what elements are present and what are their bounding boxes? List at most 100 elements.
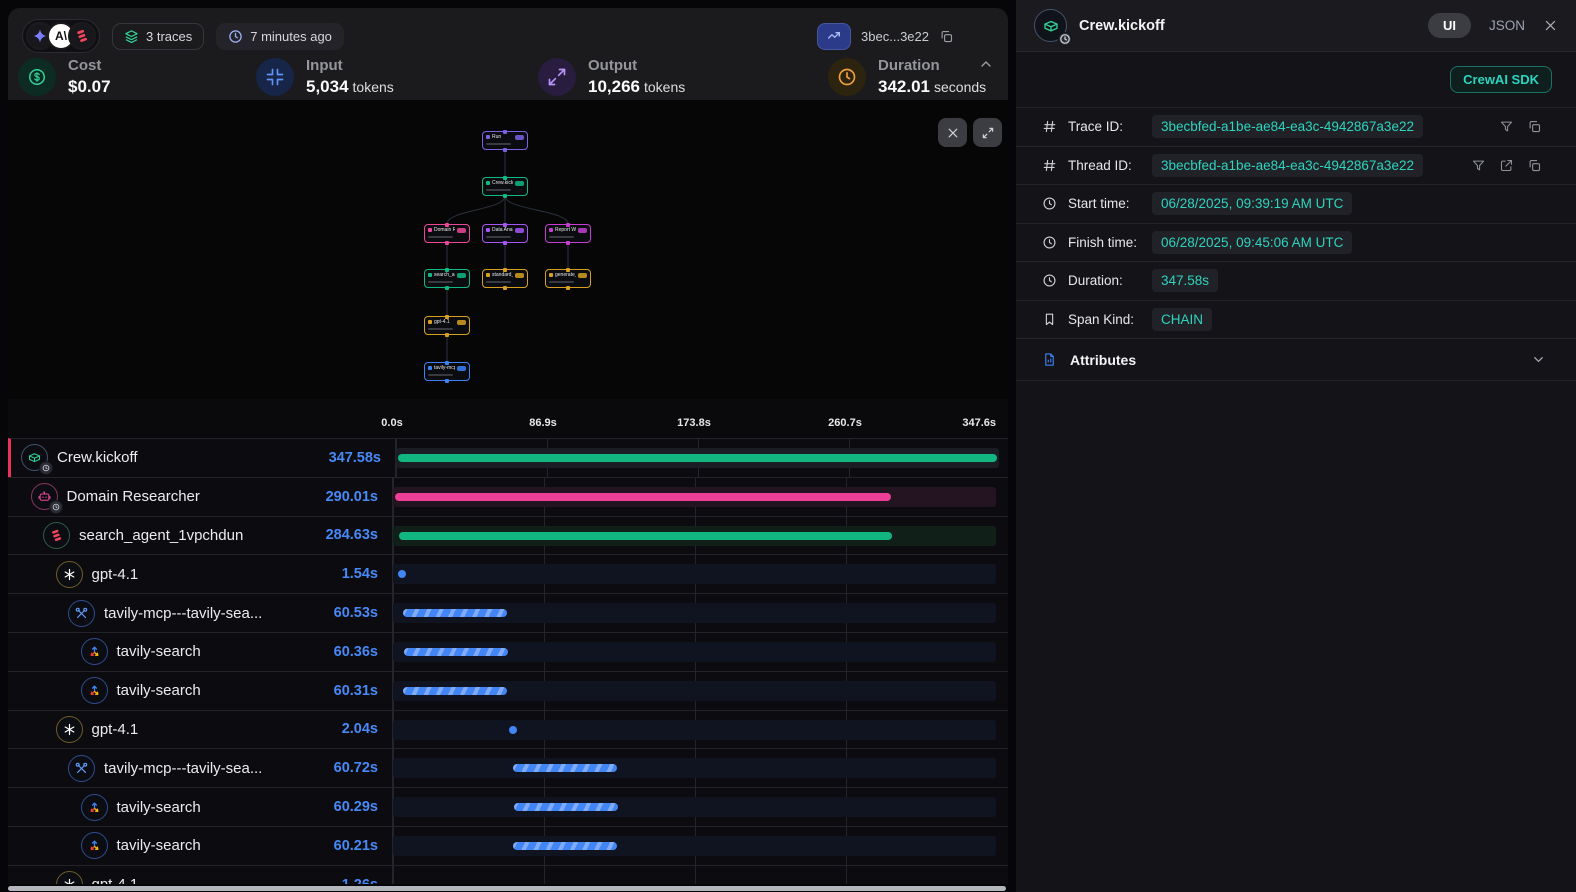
- timeline-row[interactable]: tavily-search60.36s: [8, 632, 1008, 671]
- external-icon[interactable]: [1499, 158, 1514, 173]
- graph-node[interactable]: Report Writer: [545, 224, 591, 243]
- field-value: 347.58s: [1152, 269, 1218, 292]
- horizontal-scrollbar[interactable]: [8, 886, 1006, 891]
- graph-node-label: search_agent_1vp...: [434, 272, 455, 278]
- timeline-row[interactable]: tavily-search60.31s: [8, 671, 1008, 710]
- graph-node[interactable]: Crew.kickoff: [482, 177, 528, 196]
- chevron-down-icon[interactable]: [1531, 352, 1546, 367]
- span-bar-lane: [392, 788, 996, 826]
- graph-node[interactable]: tavily-mcp...: [424, 362, 470, 381]
- node-type-icon: [486, 181, 490, 185]
- graph-node[interactable]: search_agent_1vp...: [424, 269, 470, 288]
- detail-field-row: Start time:06/28/2025, 09:39:19 AM UTC: [1016, 185, 1576, 224]
- span-duration: 2.04s: [8, 711, 378, 749]
- node-handle: [445, 286, 449, 290]
- node-tag-chip: [578, 228, 587, 233]
- timeline-row[interactable]: Domain Researcher290.01s: [8, 477, 1008, 516]
- crewai-icon: [68, 22, 96, 50]
- filter-icon[interactable]: [1471, 158, 1486, 173]
- span-duration: 1.54s: [8, 555, 378, 593]
- attributes-section[interactable]: Attributes: [1016, 339, 1576, 381]
- axis-tick: 173.8s: [677, 417, 711, 429]
- graph-node[interactable]: standard_Processi...: [482, 269, 528, 288]
- node-handle: [445, 241, 449, 245]
- tab-json[interactable]: JSON: [1489, 18, 1525, 33]
- provider-avatars: A\: [22, 19, 100, 53]
- span-bar-lane: [392, 711, 996, 749]
- graph-node[interactable]: Run: [482, 131, 528, 150]
- node-tag-chip: [515, 181, 524, 186]
- detail-field-row: Finish time:06/28/2025, 09:45:06 AM UTC: [1016, 224, 1576, 263]
- graph-node[interactable]: Data Analyst: [482, 224, 528, 243]
- graph-node[interactable]: Domain Researcher: [424, 224, 470, 243]
- node-tag-chip: [515, 273, 524, 278]
- bookmark-icon: [1042, 312, 1064, 327]
- metrics-chart-button[interactable]: [817, 23, 851, 50]
- metric-output: Output 10,266tokens: [538, 52, 685, 102]
- span-duration: 347.58s: [11, 439, 381, 477]
- span-duration: 284.63s: [8, 517, 378, 555]
- detail-field-row: Thread ID: 3becbfed-a1be-ae84-ea3c-494286…: [1016, 147, 1576, 186]
- layers-icon: [124, 29, 139, 44]
- span-bar-lane: [392, 594, 996, 632]
- sdk-row: CrewAI SDK: [1016, 52, 1576, 108]
- graph-node-label: Data Analyst: [492, 227, 513, 233]
- field-label: Thread ID:: [1068, 158, 1144, 173]
- node-tag-chip: [578, 273, 587, 278]
- node-handle: [445, 268, 449, 272]
- node-handle: [445, 361, 449, 365]
- span-bar-lane: [392, 517, 996, 555]
- copy-icon[interactable]: [1527, 158, 1542, 173]
- span-bar: [403, 687, 507, 695]
- timeline-row[interactable]: Crew.kickoff347.58s: [8, 438, 1008, 477]
- graph-node-label: tavily-mcp...: [434, 365, 455, 371]
- detail-header: Crew.kickoff UI JSON: [1016, 0, 1576, 52]
- attributes-label: Attributes: [1070, 352, 1136, 368]
- axis-tick: 86.9s: [529, 417, 557, 429]
- chevron-up-icon[interactable]: [978, 56, 994, 72]
- span-bar: [403, 609, 507, 617]
- timeline-row[interactable]: gpt-4.12.04s: [8, 710, 1008, 749]
- span-duration: 290.01s: [8, 478, 378, 516]
- span-duration: 60.21s: [8, 827, 378, 865]
- close-icon[interactable]: [1543, 18, 1558, 33]
- field-value: 3becbfed-a1be-ae84-ea3c-4942867a3e22: [1152, 154, 1423, 177]
- detail-title: Crew.kickoff: [1079, 18, 1165, 34]
- clock-icon: [1042, 196, 1064, 211]
- node-handle: [445, 223, 449, 227]
- tab-ui[interactable]: UI: [1428, 13, 1471, 38]
- timeline-row[interactable]: tavily-mcp---tavily-sea...60.53s: [8, 593, 1008, 632]
- timeline-row[interactable]: tavily-search60.29s: [8, 787, 1008, 826]
- hash-icon: [1042, 158, 1064, 173]
- timeline-row[interactable]: search_agent_1vpchdun284.63s: [8, 516, 1008, 555]
- span-duration: 60.36s: [8, 633, 378, 671]
- copy-icon[interactable]: [939, 29, 954, 44]
- agent-graph: Run Crew.kickoff Domain Researcher Data Ana…: [8, 100, 1008, 399]
- timeline-row[interactable]: tavily-mcp---tavily-sea...60.72s: [8, 748, 1008, 787]
- span-bar: [513, 842, 617, 850]
- copy-icon[interactable]: [1527, 119, 1542, 134]
- timeline-row[interactable]: gpt-4.11.54s: [8, 554, 1008, 593]
- node-tag-chip: [457, 228, 466, 233]
- timeline-row[interactable]: tavily-search60.21s: [8, 826, 1008, 865]
- node-type-icon: [428, 273, 432, 277]
- node-tag-chip: [515, 135, 524, 140]
- node-handle: [566, 241, 570, 245]
- span-bar: [399, 532, 892, 540]
- span-track: [393, 797, 996, 817]
- graph-node[interactable]: generate_Synthesi...: [545, 269, 591, 288]
- field-label: Duration:: [1068, 273, 1144, 288]
- field-label: Start time:: [1068, 196, 1144, 211]
- node-handle: [445, 379, 449, 383]
- graph-node-label: Run: [492, 134, 513, 140]
- span-detail-panel: Crew.kickoff UI JSON CrewAI SDK Trace ID…: [1016, 0, 1576, 892]
- expand-graph-button[interactable]: [973, 118, 1002, 147]
- node-handle: [445, 333, 449, 337]
- detail-fields: Trace ID:3becbfed-a1be-ae84-ea3c-4942867…: [1016, 108, 1576, 339]
- close-graph-button[interactable]: [938, 118, 967, 147]
- filter-icon[interactable]: [1499, 119, 1514, 134]
- timeline-row[interactable]: gpt-4.11.26s: [8, 865, 1008, 884]
- graph-node[interactable]: gpt-4.1: [424, 316, 470, 335]
- node-handle: [503, 241, 507, 245]
- time-ago-badge: 7 minutes ago: [216, 23, 344, 50]
